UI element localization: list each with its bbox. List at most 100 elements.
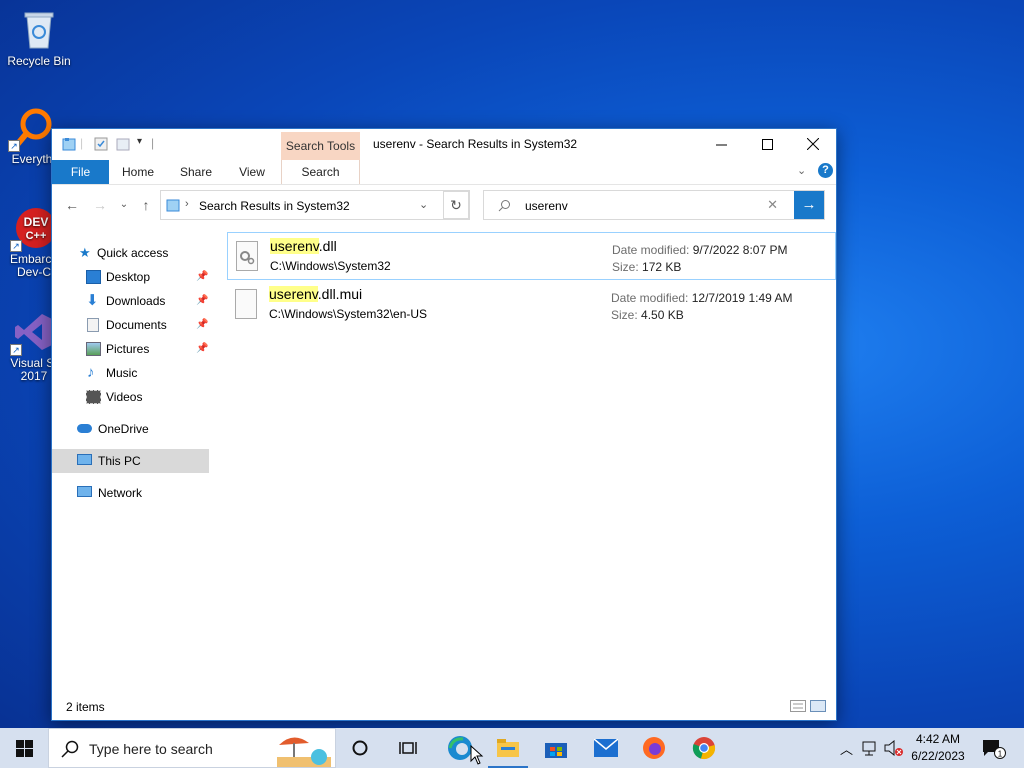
nav-quick-access[interactable]: ★ Quick access (52, 241, 209, 265)
file-name-rest: .dll (318, 238, 337, 254)
view-toggle (790, 700, 826, 714)
search-box[interactable]: userenv ✕ → (483, 190, 825, 220)
tab-search[interactable]: Search (281, 160, 360, 184)
nav-network[interactable]: Network (52, 481, 209, 505)
action-center-icon[interactable]: 1 (982, 739, 1008, 759)
clock-time: 4:42 AM (915, 732, 961, 746)
nav-label: Documents (106, 318, 167, 332)
up-button[interactable]: ↑ (136, 195, 156, 215)
nav-label: Pictures (106, 342, 150, 356)
address-row: ← → ⌄ ↑ › Search Results in System32 ⌄ ↻… (52, 184, 836, 224)
search-input[interactable]: userenv (525, 199, 568, 213)
maximize-icon (761, 138, 773, 150)
size-label: Size: (612, 260, 639, 274)
tab-view[interactable]: View (234, 160, 270, 184)
up-arrow-icon: ↑ (142, 197, 150, 213)
close-button[interactable] (790, 129, 836, 159)
file-name[interactable]: userenv.dll.mui (269, 286, 362, 302)
mouse-cursor-icon (470, 745, 484, 765)
window-title: userenv - Search Results in System32 (373, 137, 578, 151)
back-arrow-icon: ← (65, 197, 79, 213)
search-result-item[interactable]: userenv.dll C:\Windows\System32 Date mod… (227, 232, 836, 280)
refresh-icon: ↻ (450, 197, 462, 213)
title-bar[interactable]: | ▾ | Search Tools userenv - Search Resu… (52, 129, 836, 161)
pictures-icon (86, 342, 101, 356)
shortcut-arrow-icon: ↗ (10, 344, 22, 356)
desktop-icon-label: Recycle Bin (7, 54, 71, 68)
file-path: C:\Windows\System32\en-US (269, 307, 428, 321)
tab-home[interactable]: Home (118, 160, 158, 184)
breadcrumb-chevron-icon[interactable]: › (185, 198, 189, 210)
dev-cpp-icon: DEV C++ ↗ (10, 206, 56, 252)
date-modified: Date modified: 12/7/2019 1:49 AM (611, 291, 792, 305)
forward-button[interactable]: → (90, 195, 110, 215)
pin-icon: 📌 (196, 271, 209, 282)
address-dropdown-icon[interactable]: ⌄ (419, 198, 428, 211)
recycle-bin-icon (17, 8, 61, 52)
task-view-button[interactable] (384, 728, 432, 768)
nav-videos[interactable]: Videos (52, 385, 209, 409)
desktop-icon-recycle-bin[interactable]: Recycle Bin (1, 8, 77, 68)
search-result-item[interactable]: userenv.dll.mui C:\Windows\System32\en-U… (227, 281, 836, 329)
details-view-icon[interactable] (790, 700, 806, 712)
refresh-button[interactable]: ↻ (443, 191, 469, 219)
nav-downloads[interactable]: ⬇ Downloads 📌 (52, 289, 209, 313)
title-separator: | (151, 136, 155, 150)
date-label: Date modified: (612, 243, 690, 257)
chrome-taskbar-button[interactable] (680, 728, 728, 768)
nav-this-pc[interactable]: This PC (52, 449, 209, 473)
address-bar[interactable]: › Search Results in System32 ⌄ (160, 190, 470, 220)
search-go-button[interactable]: → (794, 191, 824, 219)
quick-access-dropdown-icon[interactable]: ▾ (137, 136, 142, 147)
minimize-button[interactable] (698, 129, 744, 159)
svg-text:1: 1 (998, 750, 1003, 759)
store-taskbar-button[interactable] (532, 728, 580, 768)
maximize-button[interactable] (744, 129, 790, 159)
clock[interactable]: 4:42 AM 6/22/2023 (906, 731, 970, 765)
network-status-icon[interactable] (862, 740, 880, 756)
date-modified: Date modified: 9/7/2022 8:07 PM (612, 243, 787, 257)
file-explorer-taskbar-button[interactable] (484, 728, 532, 768)
new-folder-icon[interactable] (116, 137, 130, 151)
title-separator: | (80, 136, 84, 150)
recent-locations-button[interactable]: ⌄ (116, 195, 132, 215)
start-button[interactable] (0, 728, 48, 768)
breadcrumb[interactable]: Search Results in System32 (199, 199, 350, 213)
volume-muted-icon[interactable] (884, 740, 904, 756)
help-icon[interactable]: ? (818, 163, 833, 178)
task-view-icon (399, 742, 417, 754)
close-icon (807, 138, 819, 150)
large-icons-view-icon[interactable] (810, 700, 826, 712)
back-button[interactable]: ← (62, 195, 82, 215)
nav-music[interactable]: ♪ Music (52, 361, 209, 385)
documents-icon (87, 318, 99, 332)
taskbar: Type here to search ︿ 4:42 AM 6/22/2023 … (0, 728, 1024, 768)
videos-icon (86, 390, 101, 404)
chrome-icon (692, 737, 716, 760)
nav-label: Quick access (97, 246, 169, 260)
clear-search-icon[interactable]: ✕ (767, 197, 778, 213)
show-hidden-icons-chevron-icon[interactable]: ︿ (840, 739, 853, 758)
file-size: Size: 4.50 KB (611, 308, 684, 322)
nav-documents[interactable]: Documents 📌 (52, 313, 209, 337)
date-label: Date modified: (611, 291, 689, 305)
search-placeholder: Type here to search (89, 741, 213, 757)
nav-pictures[interactable]: Pictures 📌 (52, 337, 209, 361)
tab-file[interactable]: File (52, 160, 109, 184)
download-arrow-icon: ⬇ (86, 292, 99, 309)
cortana-button[interactable] (336, 728, 384, 768)
properties-icon[interactable] (94, 137, 108, 151)
svg-text:C++: C++ (26, 230, 47, 242)
mail-envelope-icon (594, 739, 618, 757)
file-explorer-window[interactable]: | ▾ | Search Tools userenv - Search Resu… (51, 128, 837, 721)
tab-share[interactable]: Share (176, 160, 216, 184)
expand-ribbon-chevron-icon[interactable]: ⌄ (797, 164, 806, 177)
file-explorer-icon (497, 739, 519, 757)
taskbar-search-box[interactable]: Type here to search (48, 728, 336, 768)
nav-desktop[interactable]: Desktop 📌 (52, 265, 209, 289)
file-name[interactable]: userenv.dll (270, 238, 337, 254)
nav-onedrive[interactable]: OneDrive (52, 417, 209, 441)
firefox-taskbar-button[interactable] (630, 728, 678, 768)
mail-taskbar-button[interactable] (582, 728, 630, 768)
forward-arrow-icon: → (93, 197, 107, 213)
